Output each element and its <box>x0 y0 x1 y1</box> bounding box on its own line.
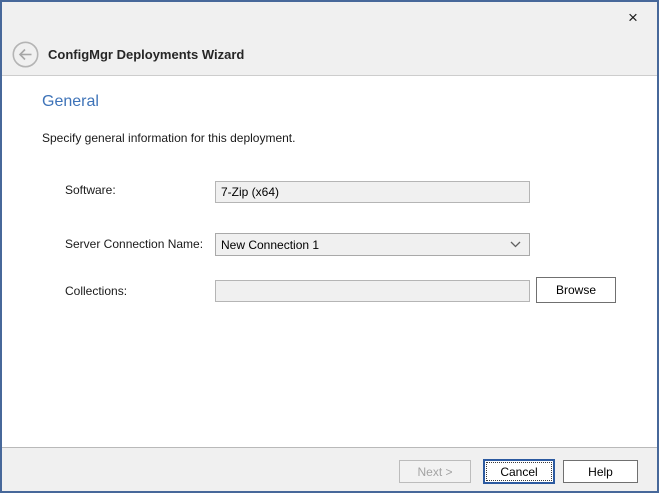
close-button[interactable]: × <box>619 6 647 30</box>
page-description: Specify general information for this dep… <box>42 131 295 145</box>
wizard-header-row: ConfigMgr Deployments Wizard <box>12 40 244 68</box>
back-button[interactable] <box>12 41 39 68</box>
server-connection-selected-value: New Connection 1 <box>221 238 319 252</box>
next-button[interactable]: Next > <box>399 460 471 483</box>
help-button[interactable]: Help <box>563 460 638 483</box>
page-title: General <box>42 93 99 111</box>
server-connection-dropdown[interactable]: New Connection 1 <box>215 233 530 256</box>
back-arrow-icon <box>12 41 39 68</box>
software-label: Software: <box>65 183 116 197</box>
wizard-header: × ConfigMgr Deployments Wizard <box>2 2 657 76</box>
server-connection-label: Server Connection Name: <box>65 237 203 251</box>
page-content: General Specify general information for … <box>2 77 657 447</box>
software-field[interactable] <box>215 181 530 203</box>
footer-bar: Next > Cancel Help <box>2 447 657 491</box>
browse-button[interactable]: Browse <box>536 277 616 303</box>
cancel-button[interactable]: Cancel <box>483 459 555 484</box>
wizard-title: ConfigMgr Deployments Wizard <box>48 47 244 62</box>
collections-label: Collections: <box>65 284 127 298</box>
collections-field[interactable] <box>215 280 530 302</box>
chevron-down-icon <box>510 241 524 248</box>
wizard-window: × ConfigMgr Deployments Wizard General S… <box>0 0 659 493</box>
